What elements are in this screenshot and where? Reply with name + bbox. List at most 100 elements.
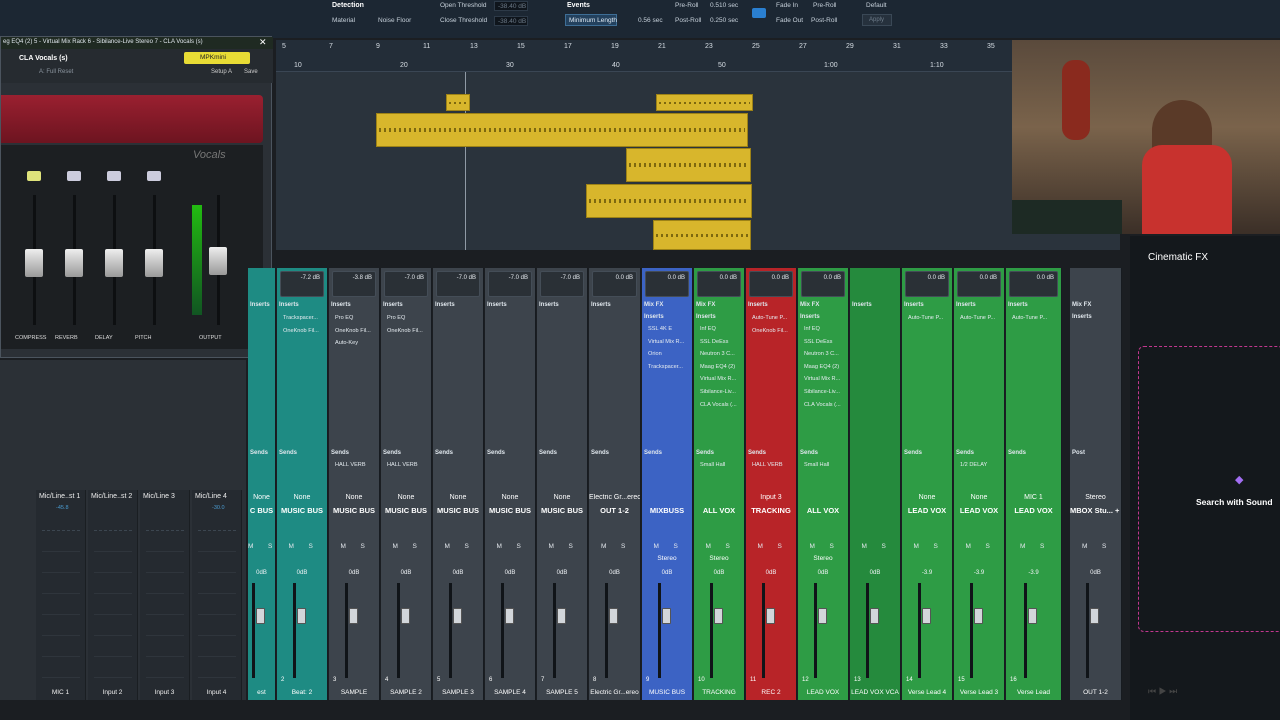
channel-name[interactable]: SAMPLE 3 <box>433 689 483 700</box>
solo-button[interactable]: S <box>778 543 782 550</box>
mute-button[interactable]: M <box>341 543 346 550</box>
solo-button[interactable]: S <box>413 543 417 550</box>
volume-value[interactable]: 0dB <box>850 570 900 576</box>
insert-slot[interactable]: OneKnob Fil... <box>335 328 371 334</box>
gain-display[interactable]: -7.0 dB <box>540 271 584 297</box>
insert-slot[interactable]: Maag EQ4 (2) <box>804 364 839 370</box>
mute-button[interactable]: M <box>810 543 815 550</box>
insert-slot[interactable]: Pro EQ <box>335 315 353 321</box>
inserts-label[interactable]: Inserts <box>487 302 507 308</box>
input-routing[interactable]: None <box>485 494 535 501</box>
channel-name[interactable]: REC 2 <box>746 689 796 700</box>
output-routing[interactable]: MUSIC BUS <box>433 506 483 515</box>
send-slot[interactable]: 1/2 DELAY <box>960 462 987 468</box>
insert-slot[interactable]: Auto-Key <box>335 340 358 346</box>
mute-button[interactable]: M <box>914 543 919 550</box>
gain-display[interactable]: 0.0 dB <box>749 271 793 297</box>
sends-label[interactable]: Sends <box>539 450 557 456</box>
insert-slot[interactable]: Pro EQ <box>387 315 405 321</box>
sends-label[interactable]: Post <box>1072 450 1085 456</box>
channel-name[interactable]: TRACKING <box>694 689 744 700</box>
output-routing[interactable]: MUSIC BUS <box>381 506 431 515</box>
output-routing[interactable]: LEAD VOX <box>1006 506 1061 515</box>
channel-strip[interactable]: 0.0 dB Inserts Auto-Tune P... Sends MIC 1 LEA… <box>1006 268 1062 700</box>
output-routing[interactable]: OUT 1-2 <box>589 506 640 515</box>
solo-button[interactable]: S <box>726 543 730 550</box>
channel-name[interactable]: est <box>248 689 275 700</box>
channel-strip[interactable]: -7.0 dB Inserts Sends None MUSIC BUS M S 0dB 6 SA… <box>485 268 536 700</box>
volume-value[interactable]: 0dB <box>642 570 692 576</box>
solo-button[interactable]: S <box>309 543 313 550</box>
fader-knob[interactable] <box>504 608 514 624</box>
postroll-value[interactable]: 0.250 sec <box>710 17 738 24</box>
volume-value[interactable]: 0dB <box>798 570 848 576</box>
input-routing[interactable]: None <box>277 494 327 501</box>
preset-field[interactable]: A: Full Reset <box>39 69 73 75</box>
channel-name[interactable]: Electric Gr...ereo <box>589 689 640 700</box>
plugin-fader-knob[interactable] <box>25 249 43 277</box>
default-button[interactable]: Default <box>866 2 887 9</box>
mute-button[interactable]: M <box>445 543 450 550</box>
solo-button[interactable]: S <box>268 543 272 550</box>
plugin-window[interactable]: eg EQ4 (2) 5 - Virtual Mix Rack 6 - Sibi… <box>0 36 273 358</box>
output-routing[interactable]: MUSIC BUS <box>537 506 587 515</box>
sends-label[interactable]: Sends <box>331 450 349 456</box>
volume-value[interactable]: 0dB <box>537 570 587 576</box>
volume-value[interactable]: 0dB <box>1070 570 1121 576</box>
inserts-label[interactable]: Inserts <box>1072 314 1092 320</box>
insert-slot[interactable]: Auto-Tune P... <box>908 315 943 321</box>
audio-clip[interactable] <box>446 94 470 111</box>
input-strip[interactable]: Mic/Line 4 -30.0 Input 4 <box>192 490 242 700</box>
input-strip[interactable]: Mic/Line..st 2 Input 2 <box>88 490 138 700</box>
input-routing[interactable]: None <box>902 494 952 501</box>
volume-value[interactable]: 0dB <box>589 570 640 576</box>
close-threshold-field[interactable]: -38.40 dB <box>494 16 528 26</box>
input-routing[interactable]: MIC 1 <box>1006 494 1061 501</box>
plugin-preset[interactable]: CLA Vocals (s) <box>19 55 68 62</box>
gain-display[interactable]: 0.0 dB <box>957 271 1001 297</box>
inserts-label[interactable]: Inserts <box>539 302 559 308</box>
plugin-button[interactable] <box>27 171 41 181</box>
mute-button[interactable]: M <box>289 543 294 550</box>
output-routing[interactable]: MBOX Stu... + 2 <box>1070 506 1121 515</box>
audio-clip[interactable] <box>586 184 752 218</box>
audio-clip[interactable] <box>626 148 751 182</box>
plugin-fader-knob[interactable] <box>145 249 163 277</box>
audio-clip[interactable] <box>376 113 748 147</box>
sends-label[interactable]: Sends <box>383 450 401 456</box>
gain-display[interactable]: 0.0 dB <box>592 271 637 297</box>
inserts-label[interactable]: Inserts <box>904 302 924 308</box>
channel-strip[interactable]: 0.0 dB Inserts Auto-Tune P... OneKnob Fil..… <box>746 268 797 700</box>
mute-button[interactable]: M <box>1020 543 1025 550</box>
open-threshold-field[interactable]: -38.40 dB <box>494 1 528 11</box>
volume-value[interactable]: 0dB <box>277 570 327 576</box>
mute-button[interactable]: M <box>706 543 711 550</box>
output-routing[interactable]: MUSIC BUS <box>329 506 379 515</box>
volume-value[interactable]: 0dB <box>485 570 535 576</box>
channel-name[interactable]: LEAD VOX <box>798 689 848 700</box>
input-routing[interactable]: Electric Gr...ereo <box>589 494 640 501</box>
insert-slot[interactable]: OneKnob Fil... <box>283 328 319 334</box>
insert-slot[interactable]: Neutron 3 C... <box>700 351 735 357</box>
input-routing[interactable]: None <box>248 494 275 501</box>
input-routing[interactable]: None <box>537 494 587 501</box>
inserts-label[interactable]: Inserts <box>696 314 716 320</box>
sends-label[interactable]: Sends <box>956 450 974 456</box>
plugin-button[interactable] <box>147 171 161 181</box>
channel-strip[interactable]: -7.0 dB Inserts Sends None MUSIC BUS M S 0dB 7 SA… <box>537 268 588 700</box>
minimum-length-value[interactable]: 0.56 sec <box>638 17 663 24</box>
output-routing[interactable]: LEAD VOX <box>954 506 1004 515</box>
channel-strip[interactable]: Inserts M S 0dB 13 LEAD VOX VCA <box>850 268 901 700</box>
solo-button[interactable]: S <box>986 543 990 550</box>
insert-slot[interactable]: Auto-Tune P... <box>1012 315 1047 321</box>
channel-strip[interactable]: Inserts Sends None C BUS M S 0dB est <box>248 268 276 700</box>
transport-icons[interactable]: ⏮ ▶ ⏭ <box>1148 686 1177 697</box>
channel-strip[interactable]: 0.0 dB Inserts Auto-Tune P... Sends None LEAD… <box>902 268 953 700</box>
sends-label[interactable]: Sends <box>591 450 609 456</box>
input-strip[interactable]: Mic/Line 3 Input 3 <box>140 490 190 700</box>
input-routing[interactable]: None <box>381 494 431 501</box>
solo-button[interactable]: S <box>621 543 625 550</box>
inserts-label[interactable]: Inserts <box>644 314 664 320</box>
insert-slot[interactable]: Orion <box>648 351 662 357</box>
gain-display[interactable]: -7.0 dB <box>488 271 532 297</box>
